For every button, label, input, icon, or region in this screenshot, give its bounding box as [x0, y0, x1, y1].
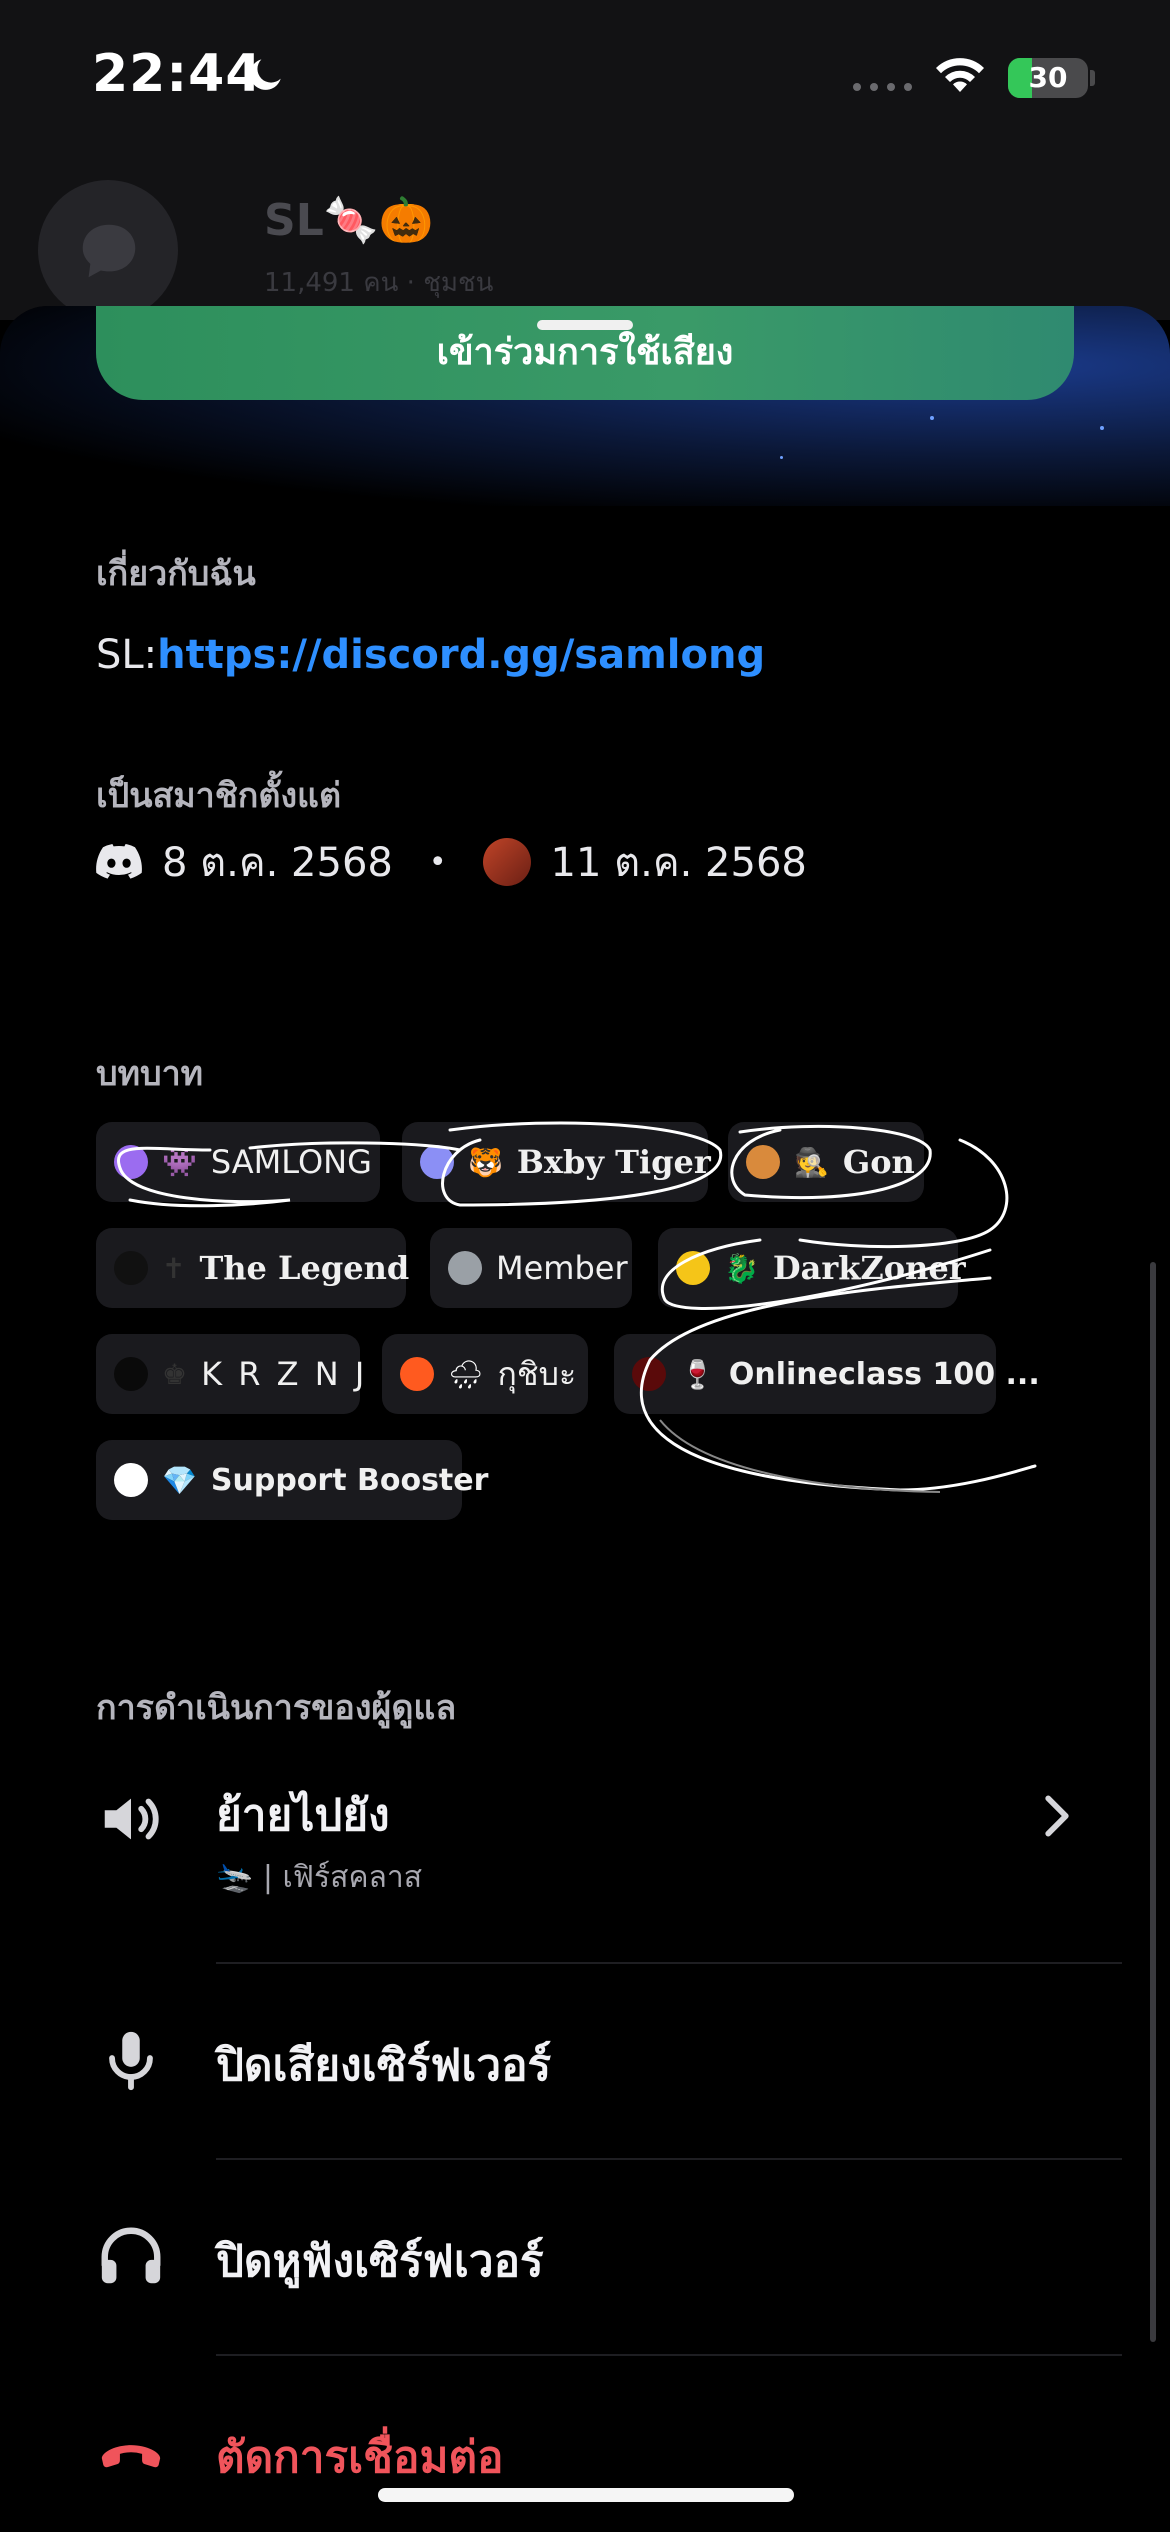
home-indicator — [378, 2488, 794, 2502]
role-chip[interactable]: 💎 Support Booster — [96, 1440, 488, 1520]
server-avatar — [482, 838, 531, 886]
role-emoji: ♚ — [162, 1357, 188, 1391]
role-chip[interactable]: 🐉 DarkZoner — [658, 1228, 966, 1308]
role-name: DarkZoner — [772, 1249, 966, 1287]
role-color-dot — [746, 1145, 780, 1179]
headphones-icon — [101, 2227, 161, 2284]
moon-icon — [250, 59, 281, 90]
battery-tip — [1090, 70, 1095, 86]
background-server-type: ชุมชน — [423, 268, 494, 298]
role-name: The Legend — [199, 1249, 410, 1287]
speaker-icon — [104, 1798, 159, 1840]
banner-star — [930, 416, 934, 420]
battery-icon: 30 — [1008, 58, 1088, 98]
move-to-channel: 🛬 | เฟิร์สคลาส — [216, 1860, 423, 1895]
role-name: Support Booster — [210, 1462, 489, 1498]
role-color-dot — [420, 1145, 454, 1179]
background-server-meta: 11,491 คน · ชุมชน — [264, 268, 494, 298]
role-chip[interactable]: 🍷 Onlineclass 100 ... — [614, 1334, 1040, 1414]
chevron-right-icon — [1045, 1795, 1069, 1837]
profile-sheet: เข้าร่วมการใช้เสียง เกี่ยวกับฉัน SL:http… — [0, 306, 1170, 2532]
discord-icon — [96, 844, 142, 879]
roles-label: บทบาท — [96, 1054, 204, 1094]
role-emoji: 🐯 — [468, 1145, 503, 1179]
role-chip[interactable]: 🐯 Bxby Tiger — [402, 1122, 711, 1202]
role-name: Onlineclass 100 ... — [728, 1356, 1040, 1392]
wifi-icon — [936, 58, 984, 92]
server-deafen-action[interactable]: ปิดหูฟังเซิร์ฟเวอร์ — [96, 2218, 1122, 2308]
server-mute-title: ปิดเสียงเซิร์ฟเวอร์ — [216, 2040, 552, 2091]
role-chip[interactable]: 👾 SAMLONG — [96, 1122, 380, 1202]
server-mute-action[interactable]: ปิดเสียงเซิร์ฟเวอร์ — [96, 2022, 1122, 2112]
role-chip[interactable]: 🌧 กุชิบะ — [382, 1334, 588, 1414]
role-name: K R Z N J — [201, 1355, 368, 1393]
battery-percent: 30 — [1028, 61, 1068, 94]
role-chip[interactable]: 🕵️ Gon — [728, 1122, 924, 1202]
role-color-dot — [632, 1357, 666, 1391]
about-link[interactable]: https://discord.gg/samlong — [157, 632, 765, 678]
role-chip[interactable]: ✝ The Legend — [96, 1228, 410, 1308]
divider — [216, 2158, 1122, 2160]
banner-star — [1100, 426, 1104, 430]
role-color-dot — [448, 1251, 482, 1285]
role-color-dot — [400, 1357, 434, 1391]
about-label: เกี่ยวกับฉัน — [96, 554, 256, 594]
role-emoji: 🍷 — [680, 1357, 715, 1391]
disconnect-title: ตัดการเชื่อมต่อ — [216, 2432, 504, 2483]
role-color-dot — [114, 1357, 148, 1391]
signal-icon — [853, 83, 912, 91]
role-color-dot — [676, 1251, 710, 1285]
role-emoji: 💎 — [162, 1463, 197, 1497]
role-emoji: 🐉 — [724, 1251, 759, 1285]
role-name: Gon — [842, 1143, 915, 1181]
about-prefix: SL: — [96, 632, 158, 678]
hang-up-icon — [101, 2445, 161, 2468]
role-name: SAMLONG — [210, 1143, 372, 1181]
role-color-dot — [114, 1145, 148, 1179]
status-time: 22:44 — [92, 44, 263, 104]
role-emoji: ✝ — [162, 1251, 186, 1285]
role-name: Member — [496, 1249, 628, 1287]
role-name: กุชิบะ — [497, 1354, 577, 1393]
role-emoji: 👾 — [162, 1145, 197, 1179]
role-emoji: 🕵️ — [794, 1145, 829, 1179]
server-join-date: 11 ต.ค. 2568 — [550, 840, 807, 886]
role-chip[interactable]: ♚ K R Z N J — [96, 1334, 364, 1414]
status-bar: 22:44 30 — [0, 0, 1170, 150]
background-member-count: 11,491 คน — [264, 268, 399, 298]
role-name: Bxby Tiger — [516, 1143, 711, 1181]
divider — [216, 2354, 1122, 2356]
member-since-label: เป็นสมาชิกตั้งแต่ — [96, 776, 342, 816]
member-since-row: 8 ต.ค. 2568 • 11 ต.ค. 2568 — [96, 834, 807, 890]
banner-star — [780, 456, 783, 459]
role-chip[interactable]: Member — [430, 1228, 632, 1308]
role-emoji: 🌧 — [448, 1357, 484, 1391]
divider — [216, 1962, 1122, 1964]
discord-join-date: 8 ต.ค. 2568 — [162, 840, 393, 886]
role-color-dot — [114, 1251, 148, 1285]
server-deafen-title: ปิดหูฟังเซิร์ฟเวอร์ — [216, 2236, 544, 2287]
date-separator: • — [428, 844, 447, 880]
role-color-dot — [114, 1463, 148, 1497]
sheet-grabber[interactable] — [537, 320, 633, 330]
microphone-icon — [109, 2031, 153, 2091]
scrollbar[interactable] — [1150, 1262, 1156, 2342]
move-to-title: ย้ายไปยัง — [216, 1790, 390, 1841]
move-to-action[interactable]: ย้ายไปยัง 🛬 | เฟิร์สคลาส — [96, 1780, 1122, 1930]
chat-bubble-icon — [82, 224, 136, 278]
about-text: SL:https://discord.gg/samlong — [96, 632, 765, 678]
moderator-actions-label: การดำเนินการของผู้ดูแล — [96, 1688, 457, 1728]
background-server-name: SL🍬🎃 — [264, 195, 434, 246]
